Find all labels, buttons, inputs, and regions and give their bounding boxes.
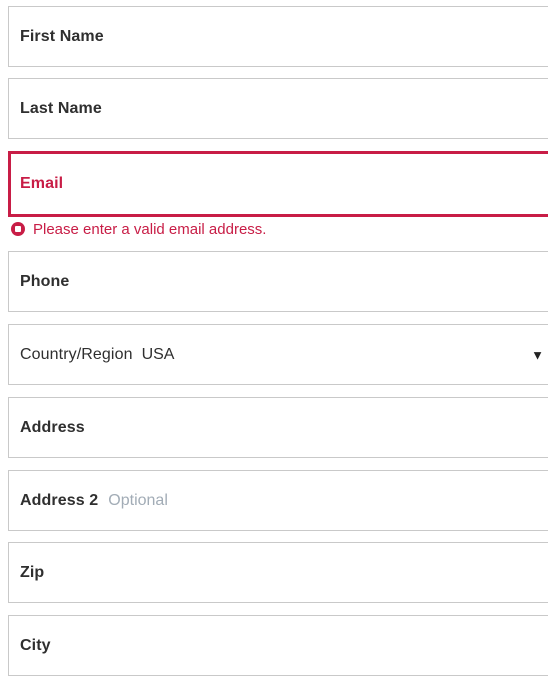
email-field[interactable]: Email [8, 151, 548, 217]
city-field[interactable]: City [8, 615, 548, 676]
last-name-label: Last Name [20, 99, 102, 117]
contact-form: First Name Last Name Email Please enter … [0, 0, 548, 676]
phone-label: Phone [20, 272, 70, 290]
email-label: Email [20, 175, 64, 192]
first-name-label: First Name [20, 27, 104, 45]
address-label: Address [20, 418, 85, 436]
address-2-field[interactable]: Address 2 Optional [8, 470, 548, 531]
country-region-value: USA [141, 345, 175, 363]
phone-field[interactable]: Phone [8, 251, 548, 312]
email-error-text: Please enter a valid email address. [33, 220, 267, 238]
zip-field[interactable]: Zip [8, 542, 548, 603]
first-name-field[interactable]: First Name [8, 6, 548, 67]
address-2-optional-hint: Optional [108, 491, 168, 509]
country-region-select[interactable]: Country/Region USA ▼ [8, 324, 548, 385]
zip-label: Zip [20, 563, 45, 581]
country-region-label: Country/Region [20, 345, 133, 363]
email-error-message: Please enter a valid email address. [11, 220, 266, 238]
address-2-label: Address 2 [20, 491, 99, 509]
error-icon [11, 222, 25, 236]
address-field[interactable]: Address [8, 397, 548, 458]
last-name-field[interactable]: Last Name [8, 78, 548, 139]
city-label: City [20, 636, 51, 654]
chevron-down-icon[interactable]: ▼ [531, 348, 544, 361]
